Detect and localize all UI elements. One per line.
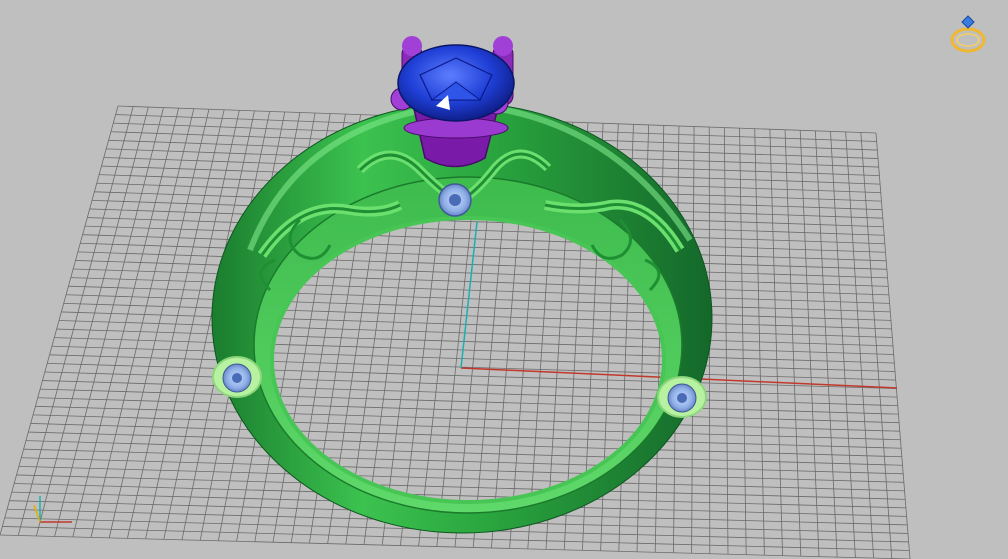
ring-model[interactable] <box>0 36 910 559</box>
left-accent-stone[interactable] <box>212 356 262 398</box>
scene-svg[interactable] <box>0 0 1008 559</box>
ring-logo-icon <box>950 15 986 53</box>
center-accent-stone[interactable] <box>438 183 472 217</box>
right-accent-stone[interactable] <box>657 376 707 418</box>
3d-viewport[interactable]: x y <box>0 0 1008 559</box>
center-gemstone[interactable] <box>397 44 515 122</box>
axis-triad-icon <box>33 496 72 523</box>
